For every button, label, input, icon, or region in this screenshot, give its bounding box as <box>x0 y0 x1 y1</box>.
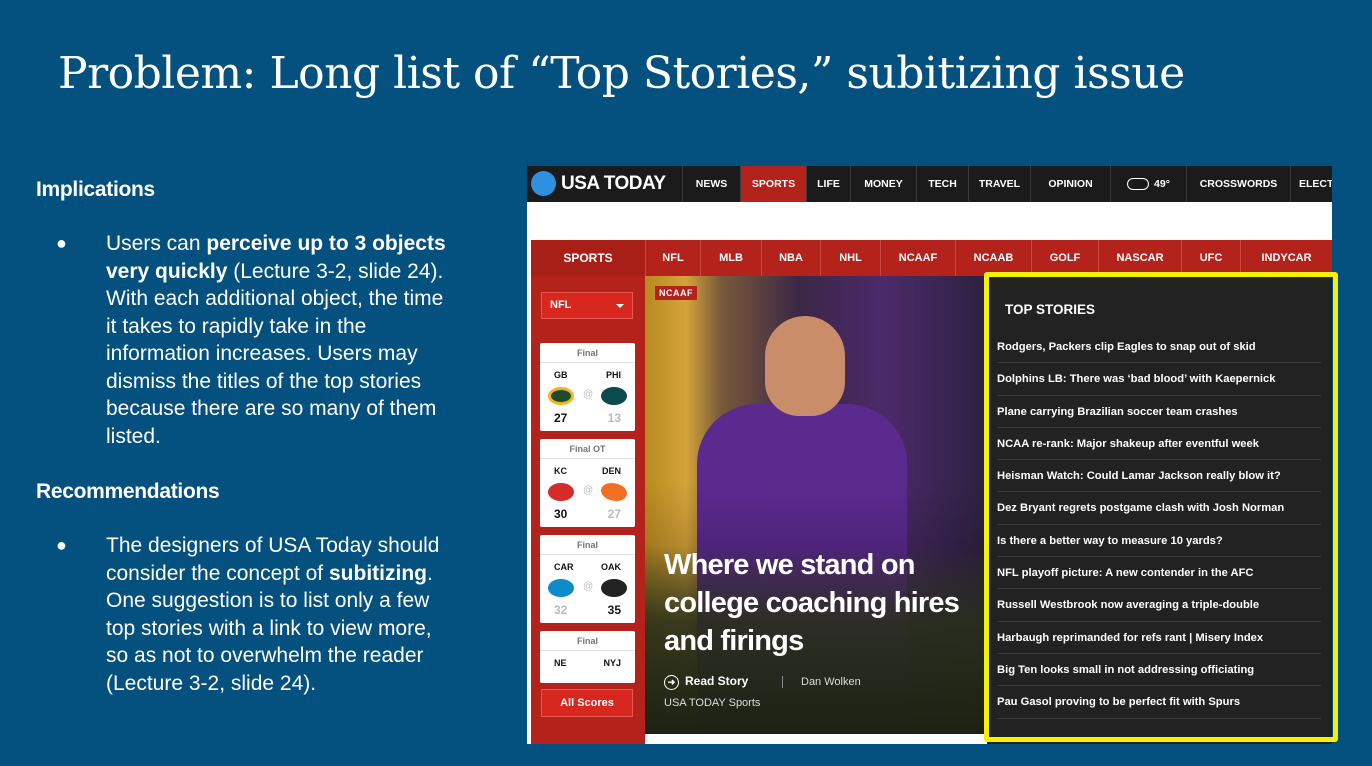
sports-subnav: SPORTS NFL MLB NBA NHL NCAAF NCAAB GOLF … <box>531 240 1332 276</box>
subnav-nba[interactable]: NBA <box>761 240 820 276</box>
nav-weather[interactable]: 49° <box>1110 166 1186 202</box>
author-name: Dan Wolken <box>782 676 861 688</box>
arrow-right-icon: ➜ <box>664 675 679 690</box>
game-status: Final <box>540 631 635 651</box>
subnav-indycar[interactable]: INDYCAR <box>1240 240 1332 276</box>
cloud-icon <box>1127 178 1150 191</box>
slide-text-column: Implications ● Users can perceive up to … <box>36 178 456 697</box>
nav-sports[interactable]: SPORTS <box>740 166 806 202</box>
team2-abbr: OAK <box>601 562 621 572</box>
nav-opinion[interactable]: OPINION <box>1030 166 1110 202</box>
subnav-ufc[interactable]: UFC <box>1181 240 1240 276</box>
recommendations-heading: Recommendations <box>36 480 220 503</box>
read-story-link[interactable]: ➜ Read Story <box>664 674 748 690</box>
hero-story[interactable]: NCAAF Where we stand on college coaching… <box>645 276 987 734</box>
nav-tech[interactable]: TECH <box>916 166 968 202</box>
subnav-nfl[interactable]: NFL <box>645 240 700 276</box>
top-navigation: USA TODAY NEWS SPORTS LIFE MONEY TECH TR… <box>527 166 1332 202</box>
nav-crosswords[interactable]: CROSSWORDS <box>1186 166 1290 202</box>
game-status: Final <box>540 535 635 555</box>
team2-score: 27 <box>607 507 621 521</box>
nav-travel[interactable]: TRAVEL <box>968 166 1030 202</box>
all-scores-button[interactable]: All Scores <box>541 689 633 717</box>
logo-circle-icon <box>531 171 556 196</box>
sports-label[interactable]: SPORTS <box>531 240 645 276</box>
chevron-down-icon <box>616 304 624 308</box>
broncos-logo-icon <box>601 483 627 501</box>
nav-news[interactable]: NEWS <box>682 166 740 202</box>
league-select-value: NFL <box>550 299 572 311</box>
category-tag[interactable]: NCAAF <box>655 286 697 300</box>
bullet-dot-icon: ● <box>56 535 67 555</box>
eagles-logo-icon <box>601 387 627 405</box>
packers-logo-icon <box>548 387 574 405</box>
nav-elections[interactable]: ELECTI <box>1290 166 1332 202</box>
team1-abbr: KC <box>554 466 567 476</box>
bullet-emphasis: subitizing <box>328 561 427 585</box>
game-status: Final OT <box>540 439 635 459</box>
chiefs-logo-icon <box>548 483 574 501</box>
recommendations-bullet: ● The designers of USA Today should cons… <box>36 532 456 697</box>
raiders-logo-icon <box>601 579 627 597</box>
team2-abbr: DEN <box>601 466 621 476</box>
bullet-text: Users can <box>106 232 207 255</box>
game-status: Final <box>540 343 635 363</box>
top-stories-highlight-box <box>984 272 1338 742</box>
subnav-nhl[interactable]: NHL <box>820 240 880 276</box>
subnav-ncaab[interactable]: NCAAB <box>955 240 1031 276</box>
read-story-label: Read Story <box>685 674 749 688</box>
team1-score: 32 <box>554 603 568 617</box>
weather-temp: 49° <box>1154 178 1170 190</box>
implications-heading: Implications <box>36 178 155 201</box>
logo-wordmark: USA TODAY <box>561 172 666 194</box>
team1-abbr: NE <box>554 658 567 668</box>
team2-abbr: PHI <box>605 370 621 380</box>
subnav-ncaaf[interactable]: NCAAF <box>880 240 955 276</box>
team1-abbr: CAR <box>554 562 574 572</box>
score-card[interactable]: Final NE NYJ <box>540 631 635 683</box>
subnav-nascar[interactable]: NASCAR <box>1098 240 1181 276</box>
hero-headline[interactable]: Where we stand on college coaching hires… <box>664 546 974 660</box>
score-card[interactable]: Final CAR OAK @ 32 35 <box>540 535 635 623</box>
team2-score: 13 <box>607 411 621 425</box>
score-card[interactable]: Final OT KC DEN @ 30 27 <box>540 439 635 527</box>
source-credit: USA TODAY Sports <box>664 697 761 709</box>
league-select[interactable]: NFL <box>541 292 633 319</box>
scores-sidebar: NFL Final GB PHI @ 27 13 Final OT KC DEN @ … <box>531 276 645 744</box>
subnav-mlb[interactable]: MLB <box>700 240 761 276</box>
bullet-dot-icon: ● <box>56 233 67 253</box>
team1-score: 27 <box>554 411 568 425</box>
subnav-golf[interactable]: GOLF <box>1031 240 1098 276</box>
nav-money[interactable]: MONEY <box>850 166 916 202</box>
panthers-logo-icon <box>548 579 574 597</box>
slide-title: Problem: Long list of “Top Stories,” sub… <box>58 48 1185 99</box>
team1-abbr: GB <box>554 370 568 380</box>
nav-life[interactable]: LIFE <box>806 166 850 202</box>
bullet-text: (Lecture 3-2, slide 24). With each addit… <box>106 259 444 448</box>
implications-bullet: ● Users can perceive up to 3 objects ver… <box>36 230 456 450</box>
team2-abbr: NYJ <box>603 658 621 668</box>
score-card[interactable]: Final GB PHI @ 27 13 <box>540 343 635 431</box>
team2-score: 35 <box>607 603 621 617</box>
team1-score: 30 <box>554 507 568 521</box>
usa-today-logo[interactable]: USA TODAY <box>531 171 666 196</box>
